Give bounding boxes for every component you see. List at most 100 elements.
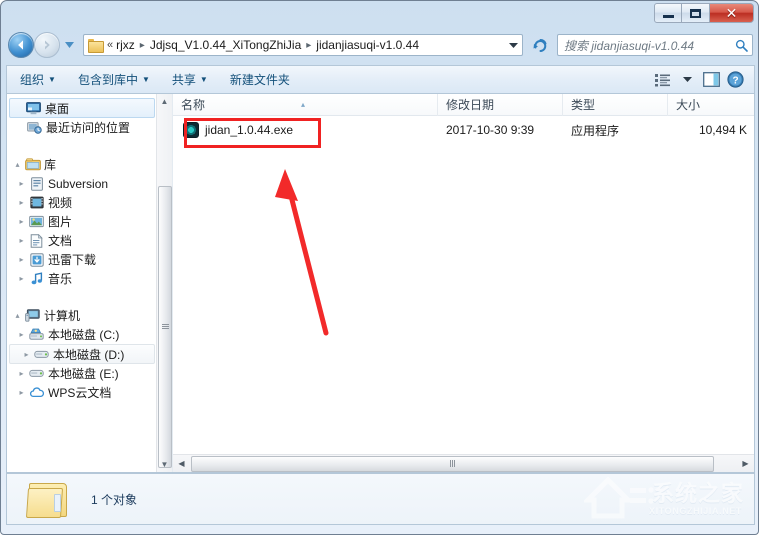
file-modified-cell: 2017-10-30 9:39 bbox=[446, 123, 535, 137]
sidebar-scrollbar-thumb[interactable] bbox=[158, 186, 172, 468]
sidebar-item-library[interactable]: ▴ 库 bbox=[7, 155, 172, 174]
address-bar[interactable]: « rjxz ▸ Jdjsq_V1.0.44_XiTongZhiJia ▸ ji… bbox=[83, 34, 523, 56]
documents-icon bbox=[28, 233, 45, 248]
horizontal-scrollbar-thumb[interactable] bbox=[191, 455, 714, 472]
grip-icon bbox=[449, 460, 456, 467]
sidebar-item-thunder-download[interactable]: ▸ 迅雷下载 bbox=[7, 250, 172, 269]
sidebar-item-label: 音乐 bbox=[48, 272, 73, 286]
sidebar-item-label: 视频 bbox=[48, 196, 73, 210]
sidebar-item-drive-e[interactable]: ▸ 本地磁盘 (E:) bbox=[7, 364, 172, 383]
horizontal-scrollbar[interactable]: ◀ ▶ bbox=[173, 454, 754, 472]
breadcrumb-separator[interactable]: ▸ bbox=[302, 40, 315, 51]
watermark-text-en: XITONGZHIJIA.NET bbox=[649, 506, 742, 516]
expander-icon[interactable]: ▸ bbox=[15, 217, 28, 226]
sidebar-group-computer: ▴ 计算机 ▸ 本地磁盘 (C:) ▸ 本地磁盘 (D:) ▸ 本地磁盘 (E:… bbox=[7, 306, 172, 402]
sidebar-item-computer[interactable]: ▴ 计算机 bbox=[7, 306, 172, 325]
music-icon bbox=[28, 271, 45, 286]
expander-icon[interactable]: ▸ bbox=[15, 236, 28, 245]
sidebar-group-favorites: 桌面 最近访问的位置 bbox=[7, 98, 172, 137]
toolbar-new-folder-button[interactable]: 新建文件夹 bbox=[221, 68, 299, 91]
breadcrumb-overflow[interactable]: « bbox=[106, 39, 115, 51]
expander-expanded-icon[interactable]: ▴ bbox=[11, 160, 24, 169]
sidebar-item-pictures[interactable]: ▸ 图片 bbox=[7, 212, 172, 231]
library-icon bbox=[24, 158, 41, 171]
file-type-cell: 应用程序 bbox=[571, 123, 620, 138]
toolbar-organize-button[interactable]: 组织 ▼ bbox=[11, 68, 65, 91]
sidebar-item-recent-places[interactable]: 最近访问的位置 bbox=[7, 118, 172, 137]
column-header-row: ▴ 名称 修改日期 类型 大小 bbox=[173, 94, 754, 116]
toolbar-right-group: ? bbox=[652, 70, 754, 90]
chevron-down-icon bbox=[65, 42, 74, 48]
expander-icon[interactable]: ▸ bbox=[15, 330, 28, 339]
minimize-button[interactable] bbox=[654, 3, 682, 23]
scroll-left-icon[interactable]: ◀ bbox=[173, 456, 190, 472]
sidebar-item-label: 本地磁盘 (D:) bbox=[53, 347, 125, 362]
sort-ascending-icon: ▴ bbox=[301, 99, 306, 109]
preview-pane-button[interactable] bbox=[700, 70, 722, 90]
desktop-icon bbox=[25, 101, 42, 115]
breadcrumb-item-0[interactable]: rjxz bbox=[115, 38, 136, 52]
close-icon: ✕ bbox=[725, 5, 738, 21]
back-button[interactable] bbox=[8, 32, 34, 58]
thunder-download-icon bbox=[28, 252, 45, 267]
sidebar-item-label: 本地磁盘 (C:) bbox=[48, 328, 120, 342]
sidebar-item-documents[interactable]: ▸ 文档 bbox=[7, 231, 172, 250]
sidebar-item-drive-d[interactable]: ▸ 本地磁盘 (D:) bbox=[9, 344, 155, 364]
search-icon[interactable] bbox=[735, 39, 748, 52]
close-button[interactable]: ✕ bbox=[710, 3, 754, 23]
expander-icon[interactable]: ▸ bbox=[15, 388, 28, 397]
recent-places-icon bbox=[26, 121, 43, 134]
breadcrumb-separator[interactable]: ▸ bbox=[136, 40, 149, 51]
explorer-content: 桌面 最近访问的位置 ▴ 库 ▸ Subversion ▸ 视频 ▸ 图片 ▸ … bbox=[6, 93, 755, 473]
expander-icon[interactable]: ▸ bbox=[15, 274, 28, 283]
view-dropdown-button[interactable] bbox=[676, 70, 698, 90]
sidebar-item-drive-c[interactable]: ▸ 本地磁盘 (C:) bbox=[7, 325, 172, 344]
table-row[interactable]: jidan_1.0.44.exe 2017-10-30 9:39 应用程序 10… bbox=[173, 116, 754, 148]
grip-icon bbox=[161, 324, 169, 330]
column-header-modified[interactable]: 修改日期 bbox=[438, 94, 563, 116]
breadcrumb-item-2[interactable]: jidanjiasuqi-v1.0.44 bbox=[315, 38, 420, 52]
search-box[interactable]: 搜索 jidanjiasuqi-v1.0.44 bbox=[557, 34, 753, 56]
maximize-icon bbox=[690, 8, 701, 18]
maximize-button[interactable] bbox=[682, 3, 710, 23]
navigation-pane: 桌面 最近访问的位置 ▴ 库 ▸ Subversion ▸ 视频 ▸ 图片 ▸ … bbox=[7, 94, 173, 472]
sidebar-item-label: 图片 bbox=[48, 215, 73, 229]
sidebar-item-subversion[interactable]: ▸ Subversion bbox=[7, 174, 172, 193]
scroll-up-icon[interactable]: ▲ bbox=[157, 94, 172, 109]
expander-icon[interactable]: ▸ bbox=[20, 350, 33, 359]
column-header-size[interactable]: 大小 bbox=[668, 94, 753, 116]
sidebar-item-label: 计算机 bbox=[44, 309, 81, 323]
expander-icon[interactable]: ▸ bbox=[15, 369, 28, 378]
folder-icon bbox=[88, 38, 104, 53]
history-dropdown-button[interactable] bbox=[63, 32, 76, 58]
column-header-name[interactable]: ▴ 名称 bbox=[173, 94, 438, 116]
minimize-icon bbox=[662, 14, 674, 18]
computer-icon bbox=[24, 309, 41, 322]
sidebar-item-music[interactable]: ▸ 音乐 bbox=[7, 269, 172, 288]
view-list-button[interactable] bbox=[652, 70, 674, 90]
column-header-type[interactable]: 类型 bbox=[563, 94, 668, 116]
expander-icon[interactable]: ▸ bbox=[15, 198, 28, 207]
help-button[interactable]: ? bbox=[724, 70, 746, 90]
sidebar-scrollbar[interactable]: ▲ ▼ bbox=[156, 94, 172, 472]
search-input[interactable]: 搜索 jidanjiasuqi-v1.0.44 bbox=[564, 37, 735, 54]
refresh-button[interactable] bbox=[529, 34, 551, 56]
scroll-down-icon[interactable]: ▼ bbox=[157, 457, 172, 472]
expander-icon[interactable]: ▸ bbox=[15, 179, 28, 188]
file-name-cell[interactable]: jidan_1.0.44.exe bbox=[199, 123, 438, 137]
expander-icon[interactable]: ▸ bbox=[15, 255, 28, 264]
sidebar-item-videos[interactable]: ▸ 视频 bbox=[7, 193, 172, 212]
explorer-window: ✕ « rjxz ▸ Jdjsq_V1.0.44_XiTongZhiJia ▸ … bbox=[0, 0, 759, 535]
forward-button[interactable] bbox=[34, 32, 60, 58]
breadcrumb-item-1[interactable]: Jdjsq_V1.0.44_XiTongZhiJia bbox=[149, 38, 302, 52]
window-controls: ✕ bbox=[654, 3, 754, 23]
sidebar-item-wps-cloud[interactable]: ▸ WPS云文档 bbox=[7, 383, 172, 402]
toolbar-share-button[interactable]: 共享 ▼ bbox=[163, 68, 217, 91]
scroll-right-icon[interactable]: ▶ bbox=[737, 456, 754, 472]
system-drive-icon bbox=[28, 328, 45, 341]
expander-expanded-icon[interactable]: ▴ bbox=[11, 311, 24, 320]
sidebar-item-desktop[interactable]: 桌面 bbox=[9, 98, 155, 118]
videos-icon bbox=[28, 196, 45, 209]
address-dropdown-button[interactable] bbox=[504, 35, 522, 55]
toolbar-include-in-library-button[interactable]: 包含到库中 ▼ bbox=[69, 68, 159, 91]
